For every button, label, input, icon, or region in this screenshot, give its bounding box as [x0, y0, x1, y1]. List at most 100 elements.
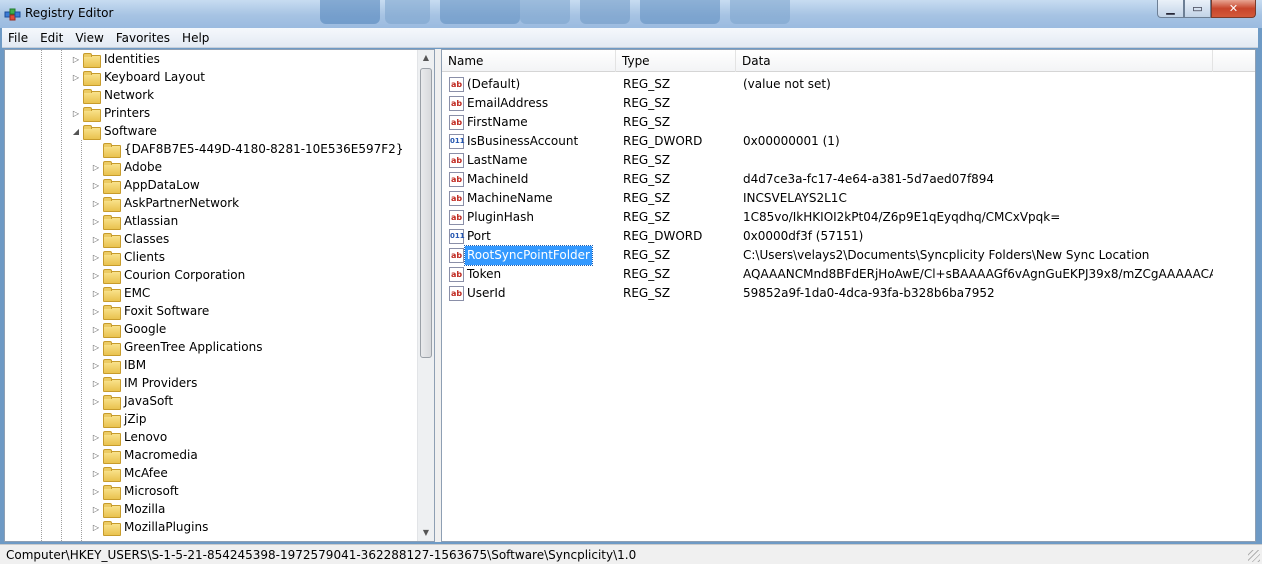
tree-item[interactable]: Network — [71, 86, 154, 104]
tree-item[interactable]: ▷ JavaSoft — [91, 392, 173, 410]
expand-arrow-icon[interactable]: ▷ — [71, 55, 81, 64]
collapse-arrow-icon[interactable]: ◢ — [71, 127, 81, 136]
expand-arrow-icon[interactable]: ▷ — [91, 397, 101, 406]
expand-arrow-icon[interactable]: ▷ — [91, 379, 101, 388]
menu-view[interactable]: View — [69, 28, 109, 48]
tree-item[interactable]: ▷ Google — [91, 320, 166, 338]
expand-arrow-icon[interactable]: ▷ — [91, 361, 101, 370]
expand-arrow-icon[interactable]: ▷ — [91, 343, 101, 352]
tree-item[interactable]: ▷ Clients — [91, 248, 165, 266]
value-row[interactable]: ab Token REG_SZ AQAAANCMnd8BFdERjHoAwE/Cl+s… — [442, 265, 1255, 284]
tree-item[interactable]: ▷ Mozilla — [91, 500, 165, 518]
menu-favorites[interactable]: Favorites — [110, 28, 176, 48]
tree-item[interactable]: ▷ Microsoft — [91, 482, 179, 500]
value-row[interactable]: ab EmailAddress REG_SZ — [442, 94, 1255, 113]
tree-item[interactable]: ▷ IBM — [91, 356, 146, 374]
folder-icon — [83, 88, 101, 104]
tree-item[interactable]: ▷ Foxit Software — [91, 302, 209, 320]
column-type[interactable]: Type — [616, 50, 736, 72]
tree-item-label: AppDataLow — [124, 178, 200, 192]
value-type: REG_DWORD — [623, 134, 703, 148]
tree-item[interactable]: ▷ Adobe — [91, 158, 162, 176]
value-data: 1C85vo/IkHKIOI2kPt04/Z6p9E1qEyqdhq/CMCxV… — [743, 210, 1061, 224]
value-row[interactable]: ab RootSyncPointFolder REG_SZ C:\Users\vela… — [442, 245, 1255, 266]
tree-item[interactable]: ▷ AppDataLow — [91, 176, 200, 194]
maximize-button[interactable]: ▭ — [1184, 0, 1211, 18]
tree-item[interactable]: ▷ Macromedia — [91, 446, 198, 464]
menu-file[interactable]: File — [2, 28, 34, 48]
column-name[interactable]: Name — [442, 50, 616, 72]
expand-arrow-icon[interactable]: ▷ — [91, 487, 101, 496]
close-button[interactable]: ✕ — [1211, 0, 1256, 18]
binary-value-icon: 011 — [449, 134, 465, 149]
tree-item[interactable]: jZip — [91, 410, 147, 428]
expand-arrow-icon[interactable]: ▷ — [71, 109, 81, 118]
expand-arrow-icon[interactable]: ▷ — [91, 181, 101, 190]
folder-icon — [103, 430, 121, 446]
expand-arrow-icon[interactable]: ▷ — [91, 505, 101, 514]
resize-grip-icon[interactable] — [1248, 550, 1260, 562]
value-row[interactable]: ab (Default) REG_SZ (value not set) — [442, 75, 1255, 94]
values-list[interactable]: Name Type Data ab (Default) REG_SZ (value n… — [441, 49, 1256, 542]
value-name: Token — [467, 267, 502, 281]
expand-arrow-icon[interactable]: ▷ — [91, 307, 101, 316]
folder-icon — [103, 484, 121, 500]
value-row[interactable]: ab FirstName REG_SZ — [442, 113, 1255, 132]
column-data[interactable]: Data — [736, 50, 1213, 72]
menu-help[interactable]: Help — [176, 28, 215, 48]
tree-item[interactable]: ◢ Software — [71, 122, 157, 140]
status-path: Computer\HKEY_USERS\S-1-5-21-854245398-1… — [6, 548, 637, 562]
value-row[interactable]: ab MachineId REG_SZ d4d7ce3a-fc17-4e64-a381… — [442, 170, 1255, 189]
tree-item[interactable]: ▷ EMC — [91, 284, 150, 302]
tree-item[interactable]: ▷ Courion Corporation — [91, 266, 245, 284]
tree-item-label: Microsoft — [124, 484, 179, 498]
scroll-down-icon[interactable]: ▼ — [418, 525, 434, 541]
value-type: REG_SZ — [623, 248, 671, 262]
value-data: INCSVELAYS2L1C — [743, 191, 847, 205]
tree-item-label: EMC — [124, 286, 151, 300]
expand-arrow-icon[interactable]: ▷ — [91, 469, 101, 478]
expand-arrow-icon[interactable]: ▷ — [91, 271, 101, 280]
tree-item[interactable]: ▷ GreenTree Applications — [91, 338, 262, 356]
expand-arrow-icon[interactable]: ▷ — [91, 199, 101, 208]
value-row[interactable]: 011 Port REG_DWORD 0x0000df3f (57151) — [442, 227, 1255, 246]
expand-arrow-icon[interactable]: ▷ — [91, 523, 101, 532]
value-name: EmailAddress — [467, 96, 549, 110]
expand-arrow-icon[interactable]: ▷ — [91, 235, 101, 244]
scroll-up-icon[interactable]: ▲ — [418, 50, 434, 66]
value-row[interactable]: ab MachineName REG_SZ INCSVELAYS2L1C — [442, 189, 1255, 208]
tree-item[interactable]: ▷ Keyboard Layout — [71, 68, 205, 86]
tree-item[interactable]: ▷ Atlassian — [91, 212, 178, 230]
minimize-button[interactable]: ▁ — [1157, 0, 1184, 18]
tree-item[interactable]: ▷ Lenovo — [91, 428, 167, 446]
value-data: d4d7ce3a-fc17-4e64-a381-5d7aed07f894 — [743, 172, 995, 186]
expand-arrow-icon[interactable]: ▷ — [91, 433, 101, 442]
menu-edit[interactable]: Edit — [34, 28, 69, 48]
value-row[interactable]: 011 IsBusinessAccount REG_DWORD 0x00000001 … — [442, 132, 1255, 151]
expand-arrow-icon[interactable]: ▷ — [91, 163, 101, 172]
value-row[interactable]: ab PluginHash REG_SZ 1C85vo/IkHKIOI2kPt04/Z… — [442, 208, 1255, 227]
tree-item[interactable]: ▷ McAfee — [91, 464, 168, 482]
scroll-thumb[interactable] — [420, 68, 432, 358]
value-row[interactable]: ab LastName REG_SZ — [442, 151, 1255, 170]
folder-icon — [103, 142, 121, 158]
value-type: REG_SZ — [623, 115, 671, 129]
tree-item[interactable]: ▷ MozillaPlugins — [91, 518, 208, 536]
expand-arrow-icon[interactable]: ▷ — [91, 253, 101, 262]
value-row[interactable]: ab UserId REG_SZ 59852a9f-1da0-4dca-93fa-b3… — [442, 284, 1255, 303]
key-tree[interactable]: ▷ Identities ▷ Keyboard Layout Network ▷ Print… — [4, 49, 435, 542]
value-name: IsBusinessAccount — [467, 134, 579, 148]
expand-arrow-icon[interactable]: ▷ — [91, 217, 101, 226]
tree-item[interactable]: {DAF8B7E5-449D-4180-8281-10E536E597F2} — [91, 140, 403, 158]
tree-item[interactable]: ▷ IM Providers — [91, 374, 197, 392]
expand-arrow-icon[interactable]: ▷ — [91, 289, 101, 298]
expand-arrow-icon[interactable]: ▷ — [91, 451, 101, 460]
tree-scrollbar[interactable]: ▲ ▼ — [417, 50, 434, 541]
expand-arrow-icon[interactable]: ▷ — [71, 73, 81, 82]
tree-item[interactable]: ▷ Classes — [91, 230, 169, 248]
tree-item[interactable]: ▷ Identities — [71, 50, 160, 68]
expand-arrow-icon[interactable]: ▷ — [91, 325, 101, 334]
tree-item[interactable]: ▷ AskPartnerNetwork — [91, 194, 239, 212]
string-value-icon: ab — [449, 267, 464, 282]
tree-item[interactable]: ▷ Printers — [71, 104, 150, 122]
